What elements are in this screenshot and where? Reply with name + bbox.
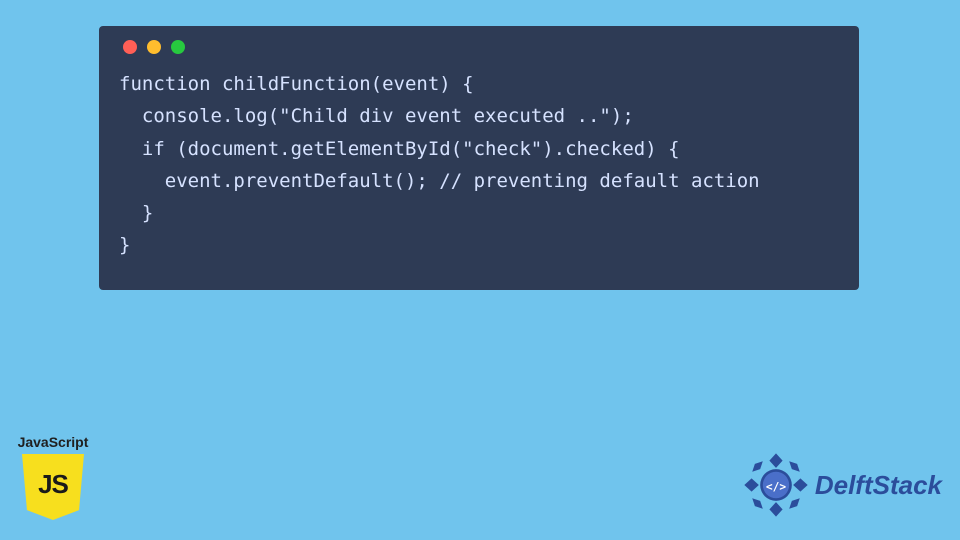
delftstack-logo-icon: </> bbox=[743, 452, 809, 518]
code-line: function childFunction(event) { bbox=[119, 73, 474, 95]
javascript-label: JavaScript bbox=[10, 434, 96, 450]
minimize-icon bbox=[147, 40, 161, 54]
code-line: event.preventDefault(); // preventing de… bbox=[119, 170, 760, 192]
maximize-icon bbox=[171, 40, 185, 54]
javascript-badge: JavaScript JS bbox=[10, 434, 96, 520]
code-line: } bbox=[119, 234, 130, 256]
code-line: console.log("Child div event executed ..… bbox=[119, 105, 634, 127]
close-icon bbox=[123, 40, 137, 54]
window-traffic-lights bbox=[123, 40, 839, 54]
code-block: function childFunction(event) { console.… bbox=[119, 68, 839, 262]
code-line: if (document.getElementById("check").che… bbox=[119, 138, 680, 160]
code-line: } bbox=[119, 202, 153, 224]
javascript-shield-icon: JS bbox=[22, 454, 84, 520]
svg-text:</>: </> bbox=[766, 480, 787, 493]
delftstack-name: DelftStack bbox=[815, 470, 942, 501]
code-window: function childFunction(event) { console.… bbox=[99, 26, 859, 290]
javascript-shield-text: JS bbox=[38, 469, 68, 500]
delftstack-brand: </> DelftStack bbox=[743, 452, 942, 518]
